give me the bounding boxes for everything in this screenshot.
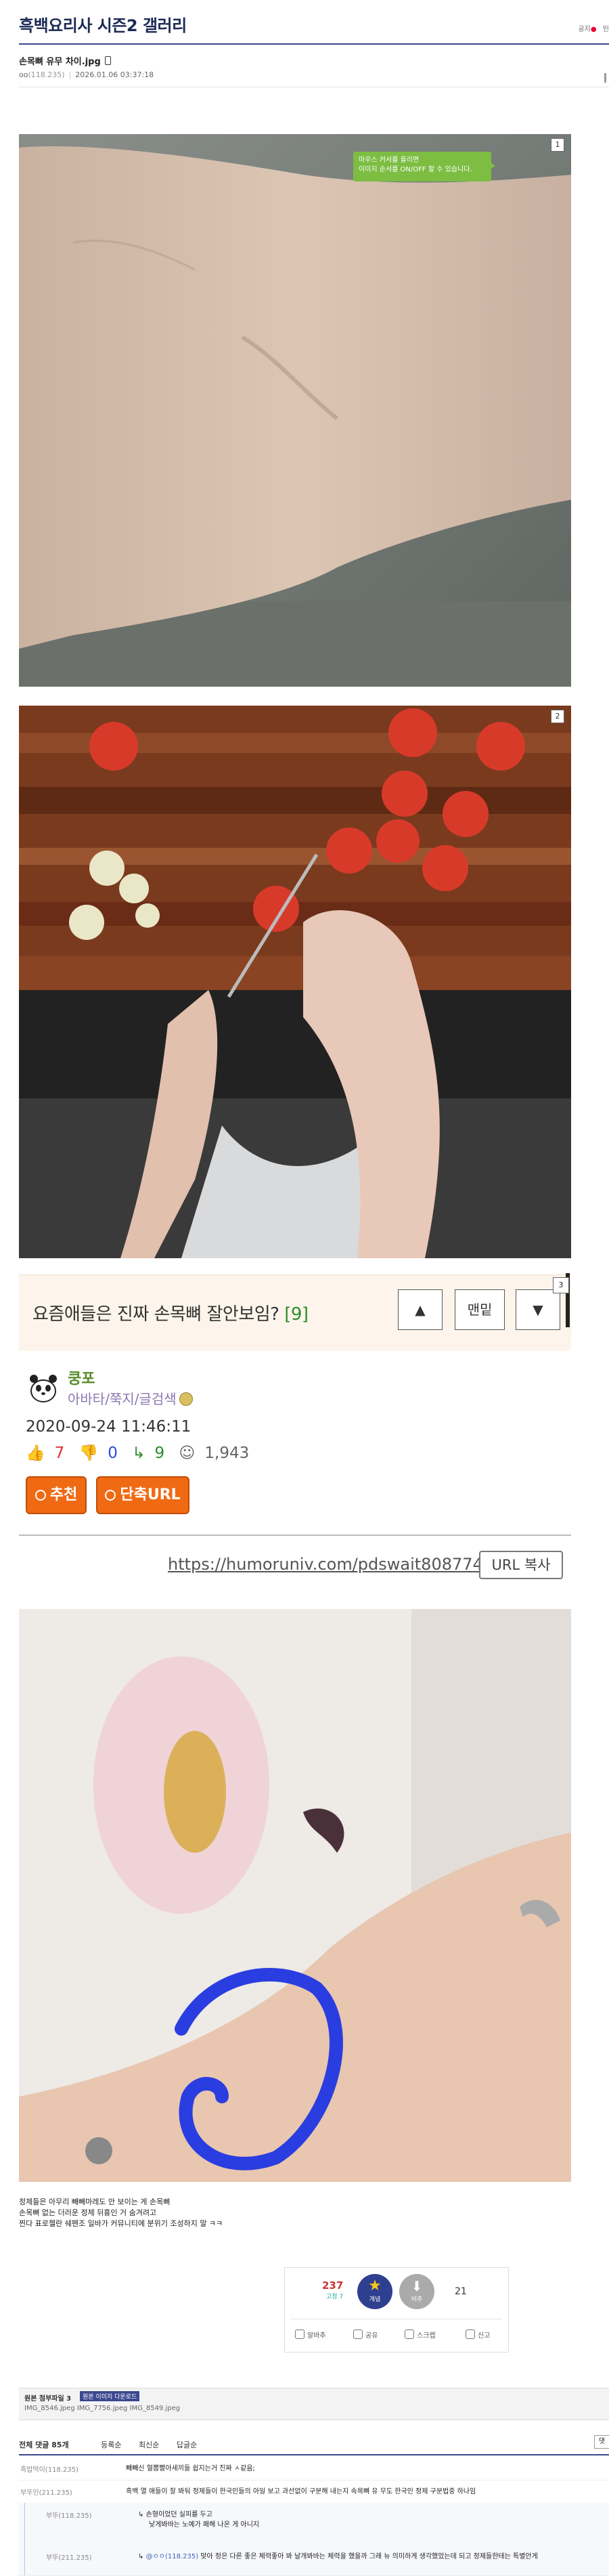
thumbs-down-icon: 👎 [78,1444,99,1462]
reply-row: 부뚜(118.235) ↳ 손형이었던 실피를 두고 낮게봐바는 노예가 패해 나… [19,2503,609,2546]
view-icon: ☺ [179,1444,196,1462]
image-number-3: 3 [553,1277,569,1293]
thumbs-up-icon: 👍 [26,1444,45,1462]
author-ip: (118.235) [28,70,65,79]
comment-text: 흑백 열 애들이 잘 봐둬 정제들이 한국인들의 아일 보고 과선없이 구분해 … [126,2488,476,2495]
upvote-count: 237 [322,2279,344,2292]
tab-all-comments[interactable]: 전체 댓글 85개 [19,2441,84,2449]
comment-text: 빼빼신 혈뽑빨아세끼들 쉽지는거 진짜 ㅅ같음; [126,2465,255,2472]
post-title-text: 손목뼈 유무 차이.jpg [19,57,101,67]
image-number-1: 1 [551,138,564,152]
alba-icon [295,2330,304,2339]
post-meta: oo(118.235) | 2026.01.06 03:37:18 [19,70,154,79]
comment-divider [19,2454,609,2455]
more-link[interactable]: 인 [603,26,609,33]
comment-text: ↳ 손형이었던 실피를 두고 낮게봐바는 노예가 패해 나온 게 아니지 [138,2511,260,2529]
comment-row: 부뚜인(211.235) 흑백 열 애들이 잘 봐둬 정제들이 한국인들의 아일… [19,2480,609,2504]
header-links: 공지● 인 [578,26,609,33]
like-count: 7 [54,1444,65,1462]
author-links: 아바타/쭉지/글검색 [68,1388,193,1408]
panda-avatar-icon [30,1375,57,1402]
wrist-circled-photo [19,1609,571,2182]
comment-nick[interactable]: 부뚜(118.235) [46,2510,92,2520]
comment-side-tab[interactable]: 댓 [594,2435,609,2449]
reply-arrow-icon: ↳ [138,2511,146,2518]
comment-nick[interactable]: 부뚜인(211.235) [20,2487,72,2497]
image-order-tooltip: 마우스 커서를 올리면 이미지 순서를 ON/OFF 할 수 있습니다. [353,152,495,181]
avatar[interactable] [28,1371,58,1403]
prev-post-button[interactable]: ▲ [398,1289,443,1330]
reply-count: 9 [154,1444,165,1462]
comment-nick[interactable]: 부뚜(211.235) [46,2552,92,2562]
dislike-count: 0 [108,1444,118,1462]
star-icon: ★ [368,2277,382,2294]
post-image-strawberries[interactable] [19,706,571,1258]
post-title: 손목뼈 유무 차이.jpg [19,54,111,67]
original-download-button[interactable]: 원본 이미지 다운로드 [80,2391,140,2401]
post-stats: 👍 7 👎 0 ↳ 9 ☺ 1,943 [26,1444,258,1462]
gallery-title[interactable]: 흑백요리사 시즌2 갤러리 [19,12,187,36]
recommend-button[interactable]: 추천 [26,1476,87,1514]
comment-tabs: 전체 댓글 85개 등록순 최신순 답글순 [19,2439,212,2450]
circle-icon [35,1490,46,1501]
upvote-fixed-count: 고정 7 [326,2294,344,2300]
siren-icon [466,2330,475,2339]
reply-row: 부뚜(211.235) ↳ @ㅇㅇ(118.235) 맞아 정은 다른 좋은 체… [19,2545,609,2576]
tab-latest[interactable]: 최신순 [139,2441,159,2449]
post-image-wrist-circled[interactable] [19,1609,571,2182]
tab-registered-order[interactable]: 등록순 [101,2441,121,2449]
downvote-count: 21 [455,2286,467,2297]
short-url-button[interactable]: 단축URL [96,1476,189,1514]
header-divider [19,43,609,45]
attachment-files[interactable]: IMG_8546.jpeg IMG_7756.jpeg IMG_8549.jpe… [24,2405,180,2412]
downvote-button[interactable]: ⬇ 비추 [399,2274,434,2309]
attachment-label: 원본 첨부파일 3 [24,2395,72,2403]
scrap-button[interactable]: 스크랩 [405,2330,436,2340]
folder-icon [405,2330,414,2339]
share-icon [353,2330,363,2339]
url-copy-button[interactable]: URL 복사 [479,1551,563,1579]
upvote-button[interactable]: ★ 개념 [357,2274,392,2309]
tab-reply-order[interactable]: 답글순 [177,2441,197,2449]
post-url-link[interactable]: https://humoruniv.com/pdswait8087740 [168,1555,493,1574]
humoruniv-divider [19,1534,571,1536]
humoruniv-comment-count[interactable]: [9] [284,1304,309,1325]
image-number-2: 2 [551,710,564,723]
mobile-icon [104,56,111,65]
alba-button[interactable]: 알바추 [295,2330,326,2340]
comment-nick[interactable]: 흑밥먹이(118.235) [20,2464,78,2474]
bottom-button[interactable]: 맨밑 [455,1289,505,1330]
post-datetime: 2026.01.06 03:37:18 [75,70,154,79]
side-scroll-marker[interactable] [604,73,606,83]
notice-link[interactable]: 공지 [578,26,590,33]
post-image-wrist[interactable] [19,134,571,687]
post-body: 정제들은 아무리 빼빼마레도 안 보이는 게 손목뼈 손목뼈 없는 더러운 정제… [19,2197,223,2228]
comment-text: ↳ @ㅇㅇ(118.235) 맞아 정은 다른 좋은 체력좋아 봐 날개봐바는 … [138,2553,538,2560]
view-count: 1,943 [204,1444,250,1462]
reply-mention[interactable]: @ㅇㅇ(118.235) [146,2553,199,2560]
reply-arrow-icon: ↳ [138,2553,146,2560]
circle-icon [105,1490,116,1501]
vote-box [284,2267,509,2353]
down-arrow-icon: ⬇ [411,2278,423,2294]
humoruniv-post-date: 2020-09-24 11:46:11 [26,1418,191,1436]
level-icon [179,1392,193,1406]
report-button[interactable]: 신고 [466,2330,490,2340]
author-nickname[interactable]: 쿵포 [68,1367,95,1388]
comment-row: 흑밥먹이(118.235) 빼빼신 혈뽑빨아세끼들 쉽지는거 진짜 ㅅ같음; [19,2457,609,2481]
strawberry-photo [19,706,571,1258]
author-icon[interactable]: oo [19,70,28,79]
next-post-button[interactable]: ▼ [516,1289,560,1330]
wrist-photo [19,134,571,687]
reply-icon: ↳ [132,1444,145,1462]
humoruniv-post-title: 요즘애들은 진짜 손목뼈 잘안보임? [9] [32,1304,309,1325]
share-button[interactable]: 공유 [353,2330,378,2340]
